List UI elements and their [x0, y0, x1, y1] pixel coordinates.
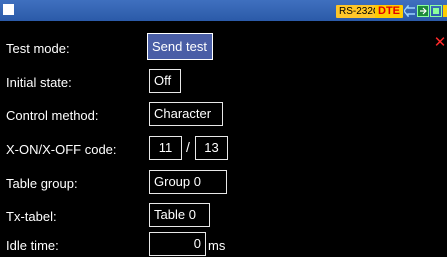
- label-xon-xoff-code: X-ON/X-OFF code:: [6, 142, 117, 157]
- label-tx-table: Tx-tabel:: [6, 209, 57, 224]
- power-icon: [443, 5, 447, 17]
- idle-time-unit: ms: [208, 238, 226, 253]
- label-initial-state: Initial state:: [6, 75, 72, 90]
- keyboard-icon: [417, 5, 429, 17]
- arrow-left-icon: [404, 5, 415, 17]
- table-group-field[interactable]: Group 0: [149, 170, 227, 194]
- xoff-code-field[interactable]: 13: [195, 136, 228, 160]
- label-test-mode: Test mode:: [6, 41, 70, 56]
- label-idle-time: Idle time:: [6, 238, 59, 253]
- label-control-method: Control method:: [6, 108, 99, 123]
- tx-table-field[interactable]: Table 0: [149, 203, 210, 227]
- window-icon: [3, 4, 14, 15]
- test-mode-field[interactable]: Send test: [147, 33, 213, 60]
- mode-badge: DTE: [375, 5, 403, 18]
- xon-code-field[interactable]: 11: [149, 136, 182, 160]
- idle-time-field[interactable]: 0: [149, 232, 206, 256]
- close-button[interactable]: ✕: [433, 35, 447, 50]
- screen-icon: [430, 5, 442, 17]
- status-bar: RS-232C DTE: [0, 0, 447, 21]
- label-table-group: Table group:: [6, 176, 78, 191]
- control-method-field[interactable]: Character: [149, 102, 223, 126]
- xon-xoff-separator: /: [186, 139, 190, 155]
- initial-state-field[interactable]: Off: [149, 69, 181, 93]
